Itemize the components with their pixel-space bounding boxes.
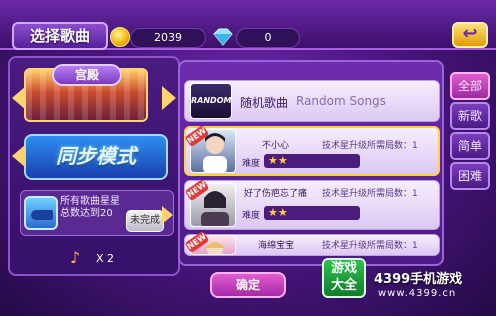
tab-new[interactable]: 新歌 [450, 102, 490, 130]
coin-counter: 2039 [130, 28, 206, 48]
gem-counter: 0 [236, 28, 300, 48]
song-requirement: 技术星升级所需局数：1 [322, 189, 418, 199]
watermark-url: www.4399.cn [378, 288, 457, 299]
task-status-button[interactable]: 未完成 [126, 210, 164, 232]
diamond-icon [213, 28, 233, 46]
tab-hard[interactable]: 困难 [450, 162, 490, 190]
song-name: 不小心 [262, 141, 290, 151]
note-count: X 2 [96, 252, 115, 265]
song-requirement: 技术星升级所需局数：1 [322, 141, 418, 151]
task-next-arrow-icon[interactable] [162, 206, 173, 224]
music-note-icon: ♪ [70, 248, 81, 267]
mode-card[interactable]: 同步模式 [24, 134, 168, 180]
scene-prev-arrow-icon[interactable] [12, 86, 26, 110]
song-name: 好了伤疤忘了痛 [244, 189, 308, 199]
watermark-logo: 游戏 大全 [322, 258, 366, 298]
watermark-badge-line1: 游戏 [330, 261, 357, 276]
random-title: 随机歌曲 [240, 96, 289, 110]
difficulty-label: 难度 [242, 159, 261, 169]
difficulty-label: 难度 [242, 211, 261, 221]
back-button[interactable]: ↩ [452, 22, 488, 48]
shoe-icon [24, 196, 58, 230]
game-screen: 选择歌曲 2039 0 ↩ 宫殿 同步模式 所有歌曲星星 总数达到20 未完成 … [0, 0, 496, 316]
mode-prev-arrow-icon[interactable] [12, 145, 25, 167]
song-name: 海绵宝宝 [258, 241, 295, 251]
page-title: 选择歌曲 [12, 22, 108, 50]
difficulty-stars: ★★ [268, 154, 288, 167]
random-logo: RANDOM [190, 83, 232, 119]
song-requirement: 技术星升级所需局数：1 [322, 241, 418, 251]
random-title-en: Random Songs [296, 94, 386, 108]
task-text-line1: 所有歌曲星星 [60, 196, 120, 207]
scene-label: 宫殿 [52, 64, 122, 86]
coin-icon [110, 27, 130, 47]
back-arrow-icon: ↩ [462, 23, 478, 44]
watermark-badge-line2: 大全 [330, 278, 357, 293]
confirm-button[interactable]: 确定 [210, 272, 286, 298]
scene-next-arrow-icon[interactable] [162, 86, 176, 110]
tab-easy[interactable]: 简单 [450, 132, 490, 160]
tab-all[interactable]: 全部 [450, 72, 490, 100]
watermark-brand: 4399手机游戏 [374, 272, 463, 287]
difficulty-stars: ★★ [268, 206, 288, 219]
